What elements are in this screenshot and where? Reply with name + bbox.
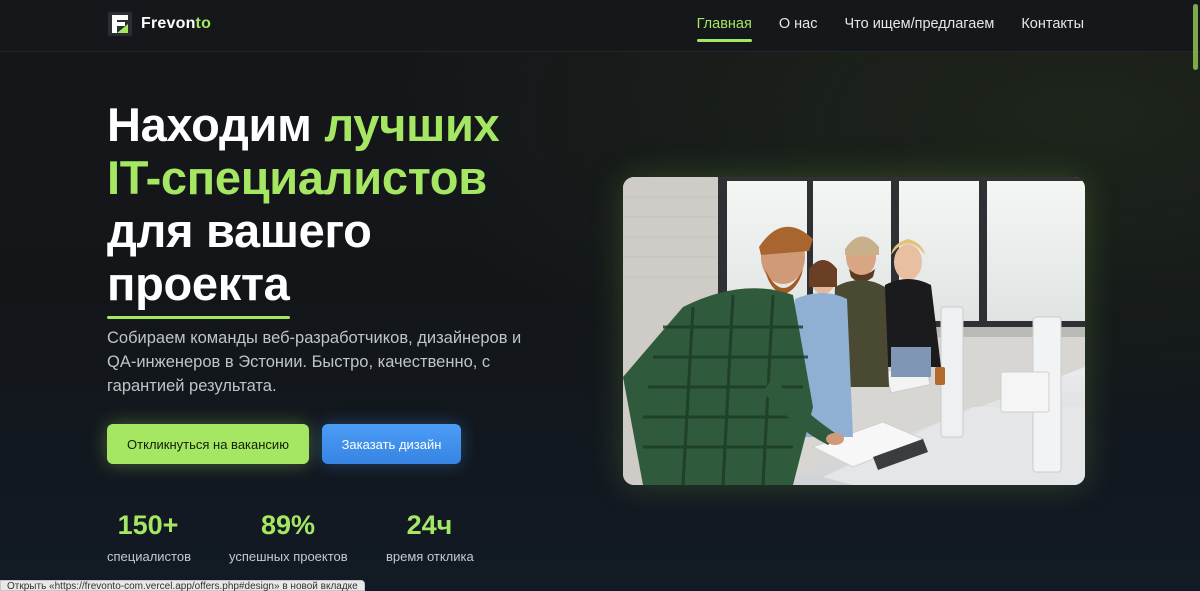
hero-title-line4: проекта: [107, 257, 290, 319]
logo-icon: [108, 12, 132, 36]
stat-label: специалистов: [107, 549, 191, 564]
hero-title-line3: для вашего: [107, 204, 372, 257]
logo[interactable]: Frevonto: [108, 12, 211, 36]
nav-item-about[interactable]: О нас: [779, 16, 818, 38]
stat-projects: 89% успешных проектов: [229, 508, 348, 564]
hero-title-part2: лучших: [324, 98, 500, 151]
nav-item-offers[interactable]: Что ищем/предлагаем: [844, 16, 994, 38]
apply-vacancy-button[interactable]: Откликнуться на вакансию: [107, 424, 309, 464]
stat-value: 89%: [260, 510, 316, 540]
logo-text: Frevonto: [141, 15, 212, 32]
hero-subtitle: Собираем команды веб-разработчиков, диза…: [107, 329, 522, 395]
stat-label: время отклика: [386, 549, 474, 564]
stat-response-time: 24ч время отклика: [386, 508, 474, 564]
stat-value: 24ч: [406, 510, 453, 540]
stat-label: успешных проектов: [229, 549, 348, 564]
hero-title: Находим лучших IT-специалистов для вашег…: [107, 98, 567, 319]
browser-status-bar: Открыть «https://frevonto-com.vercel.app…: [0, 580, 365, 591]
hero-title-part1: Находим: [107, 98, 312, 151]
hero-team-photo: [623, 177, 1085, 485]
team-photo-illustration: [623, 177, 1085, 485]
page-scrollbar[interactable]: [1193, 0, 1198, 591]
order-design-button[interactable]: Заказать дизайн: [322, 424, 461, 464]
stat-specialists: 150+ специалистов: [107, 508, 191, 564]
nav-item-contacts[interactable]: Контакты: [1021, 16, 1084, 38]
stat-value: 150+: [117, 510, 179, 540]
site-header: Frevonto Главная О нас Что ищем/предлага…: [0, 0, 1200, 52]
nav-item-home[interactable]: Главная: [696, 16, 753, 42]
scrollbar-thumb[interactable]: [1193, 4, 1198, 70]
hero-title-line2: IT-специалистов: [107, 151, 487, 204]
main-nav: Главная О нас Что ищем/предлагаем Контак…: [696, 16, 1084, 42]
